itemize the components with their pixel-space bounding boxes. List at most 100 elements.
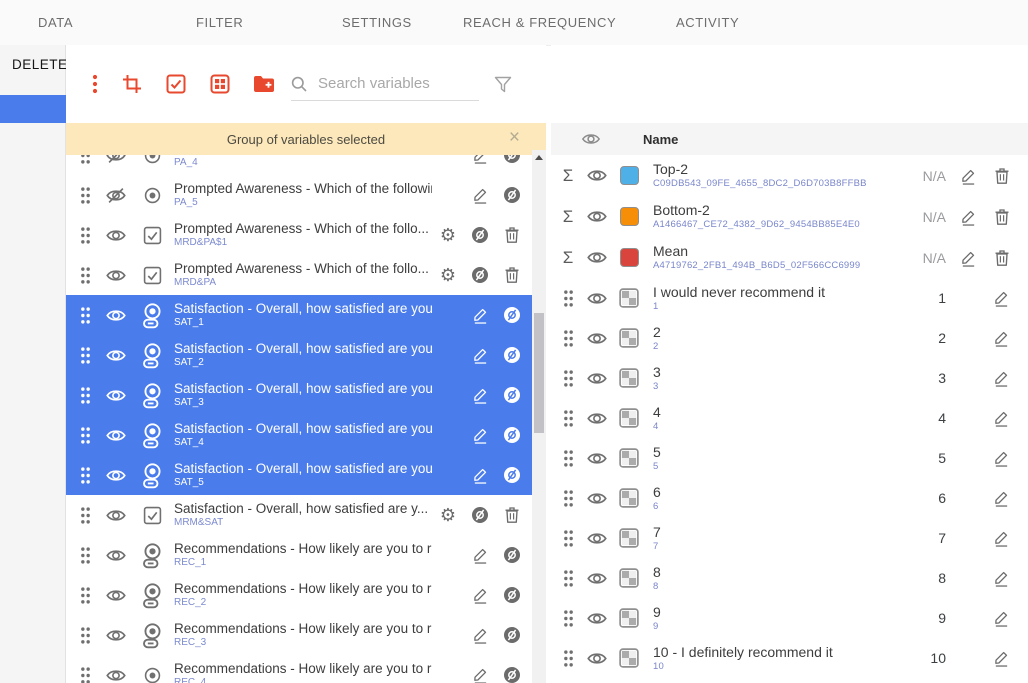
4[interactable]: Σ 4 4 4 [551, 398, 1028, 438]
settings-gear-icon[interactable]: ⚙ [432, 626, 464, 644]
edit-icon[interactable] [952, 369, 985, 387]
checker-swatch-icon[interactable] [619, 568, 639, 588]
search-input[interactable] [316, 74, 478, 93]
exclude-or-delete-icon[interactable] [496, 266, 528, 284]
visibility-toggle-icon[interactable] [585, 451, 609, 466]
add-folder-icon[interactable] [253, 75, 275, 93]
checker-swatch-icon[interactable] [619, 328, 639, 348]
settings-gear-icon[interactable]: ⚙ [432, 506, 464, 524]
drag-handle-icon[interactable] [78, 187, 92, 204]
edit-or-delete-icon[interactable] [985, 369, 1018, 387]
edit-icon[interactable] [952, 449, 985, 467]
3[interactable]: Σ 3 3 3 [551, 358, 1028, 398]
checker-swatch-icon[interactable] [619, 648, 639, 668]
I would never recommend it[interactable]: Σ I would never recommend it 1 1 [551, 278, 1028, 318]
tab-settings[interactable]: SETTINGS [342, 15, 412, 30]
visibility-toggle-icon[interactable] [105, 308, 127, 323]
edit-icon[interactable] [464, 426, 496, 444]
drag-handle-icon[interactable] [78, 587, 92, 604]
settings-gear-icon[interactable]: ⚙ [432, 186, 464, 204]
variable-row[interactable]: Satisfaction - Overall, how satisfied ar… [66, 295, 532, 335]
drag-handle-icon[interactable] [78, 467, 92, 484]
checker-swatch-icon[interactable] [619, 368, 639, 388]
tab-activity[interactable]: ACTIVITY [676, 15, 739, 30]
variable-row[interactable]: Recommendations - How likely are you to … [66, 575, 532, 615]
edit-icon[interactable] [464, 586, 496, 604]
visibility-toggle-icon[interactable] [585, 168, 609, 183]
settings-gear-icon[interactable]: ⚙ [432, 306, 464, 324]
7[interactable]: Σ 7 7 7 [551, 518, 1028, 558]
checker-swatch-icon[interactable] [619, 608, 639, 628]
drag-handle-icon[interactable] [78, 267, 92, 284]
drag-handle-icon[interactable] [563, 530, 574, 547]
variable-row[interactable]: Satisfaction - Overall, how satisfied ar… [66, 455, 532, 495]
close-icon[interactable]: × [509, 127, 520, 149]
Top-2[interactable]: Σ Top-2 C09DB543_09FE_4655_8DC2_D6D703B8… [551, 155, 1028, 196]
Bottom-2[interactable]: Σ Bottom-2 A1466467_CE72_4382_9D62_9454B… [551, 196, 1028, 237]
6[interactable]: Σ 6 6 6 [551, 478, 1028, 518]
visibility-toggle-icon[interactable] [585, 291, 609, 306]
settings-gear-icon[interactable]: ⚙ [432, 386, 464, 404]
visibility-toggle-icon[interactable] [585, 611, 609, 626]
edit-or-delete-icon[interactable] [985, 529, 1018, 547]
filter-funnel-icon[interactable] [494, 76, 512, 93]
drag-handle-icon[interactable] [563, 610, 574, 627]
10 - I definitely recommend it[interactable]: Σ 10 - I definitely recommend it 10 10 [551, 638, 1028, 678]
edit-icon[interactable] [952, 167, 985, 185]
visibility-toggle-icon[interactable] [105, 268, 127, 283]
drag-handle-icon[interactable] [78, 427, 92, 444]
delete-button[interactable]: DELETE [12, 57, 68, 72]
visibility-toggle-icon[interactable] [585, 651, 609, 666]
exclude-or-delete-icon[interactable] [496, 506, 528, 524]
drag-handle-icon[interactable] [78, 155, 92, 164]
exclude-or-delete-icon[interactable] [496, 546, 528, 564]
settings-gear-icon[interactable]: ⚙ [432, 666, 464, 683]
edit-icon[interactable] [952, 329, 985, 347]
5[interactable]: Σ 5 5 5 [551, 438, 1028, 478]
visibility-toggle-icon[interactable] [105, 155, 127, 163]
settings-gear-icon[interactable]: ⚙ [432, 586, 464, 604]
edit-icon[interactable] [464, 506, 496, 524]
edit-icon[interactable] [464, 666, 496, 683]
variable-row[interactable]: Prompted Awareness - Which of the follo.… [66, 255, 532, 295]
drag-handle-icon[interactable] [78, 547, 92, 564]
edit-or-delete-icon[interactable] [985, 249, 1018, 267]
variable-row[interactable]: Satisfaction - Overall, how satisfied ar… [66, 415, 532, 455]
drag-handle-icon[interactable] [563, 570, 574, 587]
crop-icon[interactable] [122, 74, 142, 94]
color-swatch[interactable] [620, 207, 639, 226]
visibility-toggle-icon[interactable] [105, 468, 127, 483]
edit-icon[interactable] [464, 155, 496, 164]
exclude-or-delete-icon[interactable] [496, 226, 528, 244]
checker-swatch-icon[interactable] [619, 528, 639, 548]
visibility-toggle-icon[interactable] [105, 188, 127, 203]
settings-gear-icon[interactable]: ⚙ [432, 466, 464, 484]
edit-or-delete-icon[interactable] [985, 167, 1018, 185]
visibility-toggle-icon[interactable] [105, 668, 127, 683]
exclude-or-delete-icon[interactable] [496, 346, 528, 364]
edit-icon[interactable] [464, 266, 496, 284]
edit-or-delete-icon[interactable] [985, 329, 1018, 347]
checker-swatch-icon[interactable] [619, 408, 639, 428]
variable-row[interactable]: Prompted Awareness - Which of the follo.… [66, 215, 532, 255]
visibility-toggle-icon[interactable] [105, 428, 127, 443]
checker-swatch-icon[interactable] [619, 288, 639, 308]
settings-gear-icon[interactable]: ⚙ [432, 346, 464, 364]
exclude-or-delete-icon[interactable] [496, 155, 528, 164]
edit-icon[interactable] [952, 208, 985, 226]
variable-row[interactable]: Recommendations - How likely are you to … [66, 655, 532, 683]
settings-gear-icon[interactable]: ⚙ [432, 546, 464, 564]
edit-or-delete-icon[interactable] [985, 569, 1018, 587]
exclude-or-delete-icon[interactable] [496, 626, 528, 644]
visibility-toggle-icon[interactable] [105, 508, 127, 523]
edit-icon[interactable] [464, 186, 496, 204]
8[interactable]: Σ 8 8 8 [551, 558, 1028, 598]
visibility-toggle-icon[interactable] [105, 388, 127, 403]
kebab-menu-icon[interactable] [92, 74, 98, 94]
exclude-or-delete-icon[interactable] [496, 666, 528, 683]
edit-icon[interactable] [952, 649, 985, 667]
variable-row[interactable]: Satisfaction - Overall, how satisfied ar… [66, 375, 532, 415]
drag-handle-icon[interactable] [563, 410, 574, 427]
edit-or-delete-icon[interactable] [985, 409, 1018, 427]
checker-swatch-icon[interactable] [619, 448, 639, 468]
